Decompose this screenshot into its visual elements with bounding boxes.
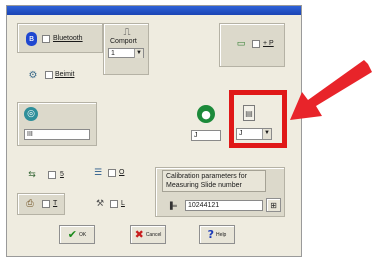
ok-label: OK	[78, 231, 87, 238]
beimit-label: Beimit	[55, 71, 75, 78]
option-b-label: O	[119, 169, 125, 176]
comport-select[interactable]: 1 ▼	[108, 48, 144, 58]
highlight-box	[229, 90, 287, 148]
plug-icon: ⎍	[123, 26, 131, 38]
bluetooth-icon: ʙ	[26, 32, 37, 46]
title-bar	[7, 6, 301, 15]
help-label: Help	[216, 231, 227, 238]
earth-icon: ●	[197, 105, 215, 123]
option-a-checkbox[interactable]	[48, 171, 56, 179]
option-a-label: 5	[60, 171, 64, 178]
help-icon: ?	[207, 228, 215, 241]
option-d-checkbox[interactable]	[110, 200, 118, 208]
red-arrow-icon	[290, 60, 372, 120]
cancel-button[interactable]: ✖ Cancel	[130, 225, 166, 244]
port-field-value: III	[27, 131, 33, 138]
beimit-icon: ⚙	[28, 69, 38, 81]
globe-icon: ◎	[24, 107, 38, 121]
comport-label: Comport	[110, 38, 137, 45]
transfer-icon: ☰	[93, 168, 103, 178]
option-d-label: L	[121, 200, 125, 207]
calibrate-button[interactable]: ⊞	[266, 198, 281, 212]
calibration-panel: Calibration parameters for Measuring Sli…	[155, 167, 285, 217]
tools-icon: ⚒	[95, 199, 105, 209]
slide-gauge-icon: ▐═	[167, 202, 177, 210]
bluetooth-checkbox[interactable]	[42, 35, 50, 43]
computer-icon: ▭	[236, 39, 246, 49]
slide-number-value: 10244121	[188, 202, 220, 209]
ok-button[interactable]: ✔ OK	[59, 225, 95, 244]
help-button[interactable]: ? Help	[199, 225, 235, 244]
top-right-label: + P	[263, 40, 274, 47]
chevron-down-icon[interactable]: ▼	[134, 49, 143, 58]
option-c-checkbox[interactable]	[42, 200, 50, 208]
checkmark-icon: ✔	[67, 228, 77, 241]
option-c-panel: ⎙ T	[17, 193, 65, 215]
slide-number-field[interactable]: 10244121	[185, 200, 263, 211]
printer-icon: ⎙	[26, 199, 34, 209]
top-right-checkbox[interactable]	[252, 40, 260, 48]
bluetooth-panel: ʙ Bluetooth	[17, 23, 103, 53]
top-right-panel: ▭ + P	[219, 23, 285, 67]
option-b-checkbox[interactable]	[108, 169, 116, 177]
comport-value: 1	[111, 50, 115, 57]
network-panel: ◎ III	[17, 102, 97, 146]
option-c-label: T	[53, 200, 58, 207]
x-icon: ✖	[134, 228, 144, 241]
calibration-caption: Calibration parameters for Measuring Sli…	[162, 170, 266, 192]
network-option-icon: ⇆	[28, 170, 36, 180]
beimit-checkbox[interactable]	[45, 71, 53, 79]
bluetooth-label: Bluetooth	[53, 35, 83, 42]
cancel-label: Cancel	[145, 231, 162, 238]
comport-panel: ⎍ Comport 1 ▼	[103, 23, 149, 75]
dropdown-1-value: J	[194, 132, 198, 139]
dropdown-1[interactable]: J	[191, 130, 221, 141]
port-field[interactable]: III	[24, 129, 90, 140]
